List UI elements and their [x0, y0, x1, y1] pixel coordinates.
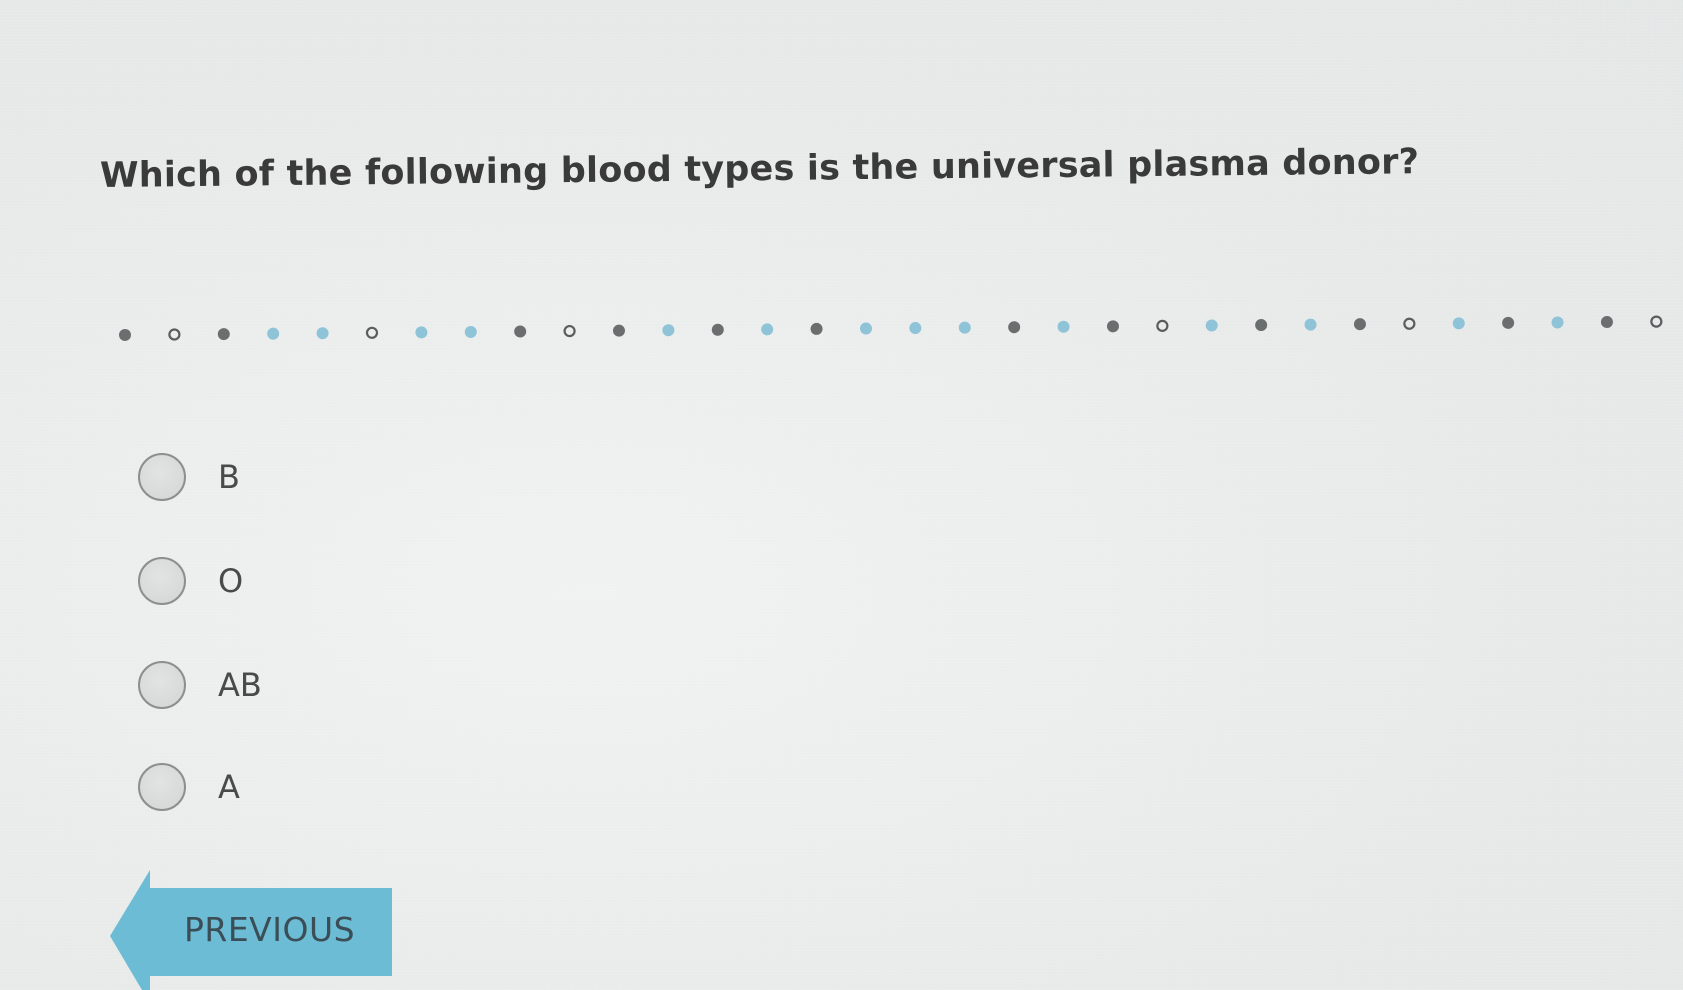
- progress-dot: [464, 325, 477, 338]
- option-b[interactable]: B: [138, 424, 262, 530]
- progress-dot: [1205, 319, 1218, 332]
- radio-button[interactable]: [138, 661, 186, 709]
- option-label: A: [218, 768, 240, 806]
- progress-dot: [267, 327, 280, 340]
- progress-dot: [1403, 317, 1416, 330]
- progress-dot: [415, 326, 428, 339]
- progress-dot: [612, 324, 625, 337]
- progress-dot: [958, 321, 971, 334]
- progress-dot: [1057, 320, 1070, 333]
- radio-button[interactable]: [138, 557, 186, 605]
- progress-dot: [1008, 321, 1021, 334]
- previous-button[interactable]: PREVIOUS: [110, 870, 392, 990]
- question-text: Which of the following blood types is th…: [99, 142, 1420, 196]
- progress-dot: [1353, 318, 1366, 331]
- progress-dot: [909, 322, 922, 335]
- progress-dot: [217, 328, 230, 341]
- radio-button[interactable]: [138, 763, 186, 811]
- progress-dot: [1304, 318, 1317, 331]
- previous-label: PREVIOUS: [184, 910, 356, 949]
- radio-button[interactable]: [138, 453, 186, 501]
- answer-options: B O AB A: [138, 424, 262, 848]
- progress-dot: [1106, 320, 1119, 333]
- progress-dot: [1650, 315, 1663, 328]
- progress-dot: [365, 326, 379, 339]
- option-label: O: [218, 562, 244, 600]
- progress-dot: [514, 325, 527, 338]
- question-progress-dots: [118, 315, 1663, 341]
- progress-dot: [118, 328, 131, 341]
- option-ab[interactable]: AB: [138, 632, 262, 738]
- progress-dot: [810, 322, 823, 335]
- progress-dot: [1452, 317, 1465, 330]
- option-a[interactable]: A: [138, 734, 262, 840]
- progress-dot: [1156, 319, 1169, 333]
- quiz-screen: Which of the following blood types is th…: [0, 0, 1683, 990]
- progress-dot: [711, 323, 724, 336]
- progress-dot: [563, 324, 576, 338]
- progress-dot: [662, 324, 675, 337]
- progress-dot: [859, 322, 872, 335]
- progress-dot: [1255, 319, 1268, 332]
- progress-dot: [761, 323, 774, 336]
- progress-dot: [1551, 316, 1564, 329]
- option-o[interactable]: O: [138, 528, 262, 634]
- option-label: B: [218, 458, 240, 496]
- progress-dot: [1600, 316, 1613, 329]
- progress-dot: [1502, 316, 1515, 329]
- option-label: AB: [218, 666, 262, 704]
- progress-dot: [168, 328, 181, 341]
- progress-dot: [316, 327, 329, 340]
